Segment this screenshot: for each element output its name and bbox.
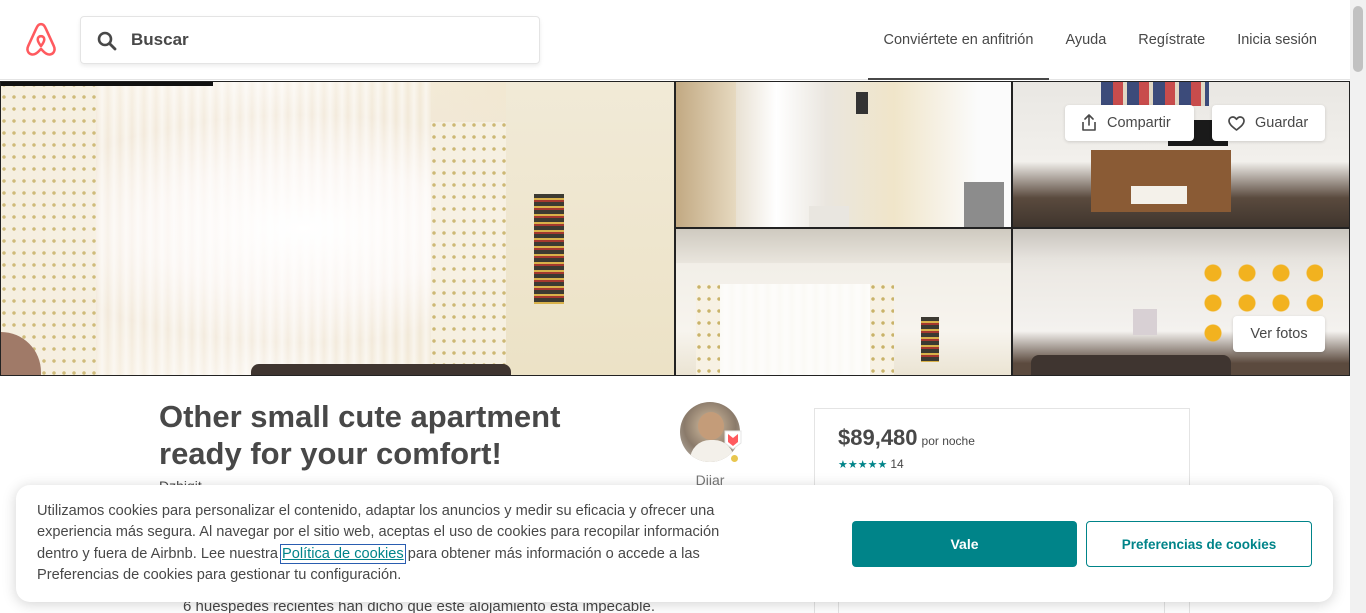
accept-cookies-button[interactable]: Vale [852,521,1077,567]
top-header: Conviértete en anfitrión Ayuda Regístrat… [0,0,1350,80]
curtain-image-3 [870,284,894,375]
top-nav: Conviértete en anfitrión Ayuda Regístrat… [867,0,1333,80]
photo-main[interactable] [1,82,674,375]
listing-page: Conviértete en anfitrión Ayuda Regístrat… [0,0,1366,613]
rating-summary[interactable]: ★★★★★ 14 [838,457,904,471]
scrollbar-thumb[interactable] [1353,6,1363,72]
view-photos-label: Ver fotos [1250,326,1308,342]
save-button[interactable]: Guardar [1212,105,1325,141]
chair-image-2 [964,182,1004,227]
cookie-preferences-button[interactable]: Preferencias de cookies [1086,521,1312,567]
curtain-image [696,284,720,375]
curtain-right-image [431,122,506,375]
heart-icon [1228,115,1245,131]
wall-image [506,82,674,375]
door-image [676,82,736,227]
intercom-image [856,92,868,114]
share-button[interactable]: Compartir [1065,105,1194,141]
radiator-image [809,206,849,227]
ceiling-image [676,229,1011,263]
cookie-policy-link[interactable]: Política de cookies [280,543,406,564]
verified-dot-icon [730,454,739,463]
frame-image [1133,309,1157,335]
price-display: $89,480 por noche [838,425,975,451]
nav-login[interactable]: Inicia sesión [1221,0,1333,80]
view-photos-button[interactable]: Ver fotos [1233,316,1325,352]
listing-title: Other small cute apartment ready for you… [159,399,561,471]
nav-signup[interactable]: Regístrate [1122,0,1221,80]
photo-4[interactable] [676,229,1011,375]
share-label: Compartir [1107,115,1171,131]
cookie-banner: Utilizamos cookies para personalizar el … [16,485,1333,602]
superhost-badge-icon [724,430,742,450]
rating-stars-icon: ★★★★★ [838,458,888,471]
airbnb-logo-icon[interactable] [24,22,58,58]
page-scrollbar[interactable] [1350,0,1366,613]
sheer-curtain-image-2 [720,284,870,375]
search-box[interactable] [80,16,540,64]
poster-image-2 [921,317,939,362]
poster-image [534,194,564,304]
curtain-left-image [1,82,96,375]
photo-5[interactable] [1013,229,1349,375]
search-icon [97,31,117,51]
cookie-message: Utilizamos cookies para personalizar el … [37,501,752,586]
host-face-image [698,412,724,440]
sheer-curtain-image [96,82,431,375]
nav-become-host[interactable]: Conviértete en anfitrión [867,0,1050,80]
frame-edge [1,82,213,86]
review-count: 14 [890,457,904,471]
search-input[interactable] [131,25,521,55]
photo-2[interactable] [676,82,1011,227]
photo-3[interactable] [1013,82,1349,227]
save-label: Guardar [1255,115,1309,131]
share-icon [1082,114,1096,131]
posters-image [1101,82,1209,106]
sofa-image-2 [1031,355,1231,375]
nav-help[interactable]: Ayuda [1049,0,1122,80]
price-per-night: por noche [921,434,975,448]
sofa-image [251,364,511,375]
drawer-image [1131,186,1187,204]
price-amount: $89,480 [838,425,918,450]
